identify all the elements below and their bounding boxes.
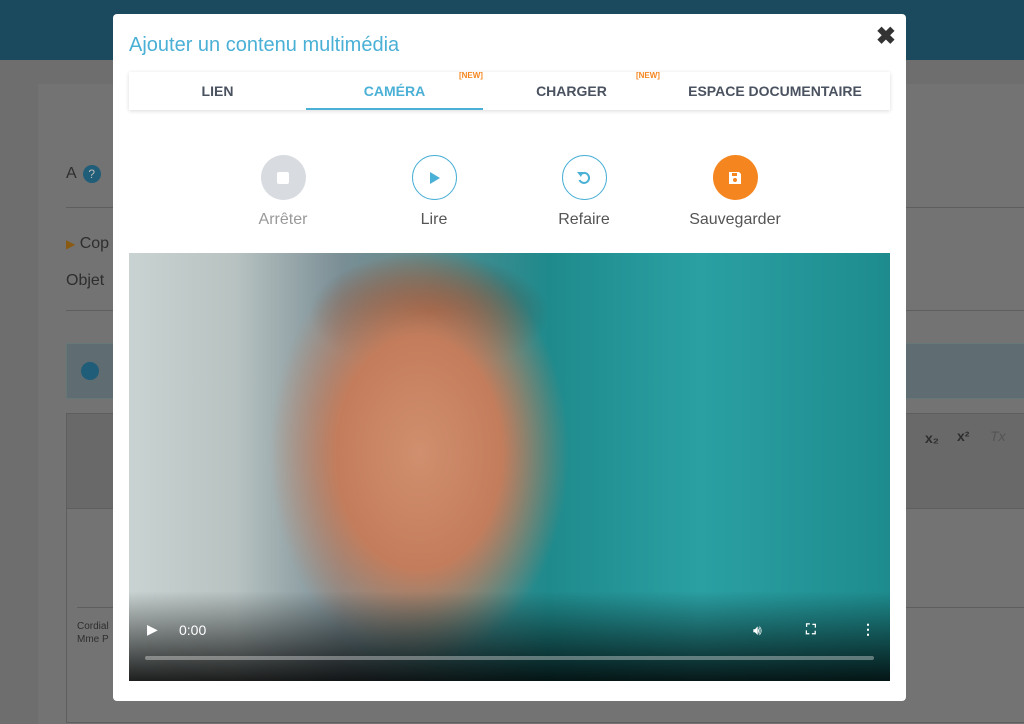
camera-video[interactable]: ▶ 0:00 🔊︎ ⛶ ⋮ xyxy=(129,253,890,681)
play-icon xyxy=(411,155,457,200)
tab-label: CAMÉRA xyxy=(363,83,426,99)
redo-icon xyxy=(561,155,607,200)
copy-label: Cop xyxy=(79,235,110,252)
help-icon[interactable]: ? xyxy=(82,165,101,183)
copy-toggle[interactable]: ▶ Cop xyxy=(66,235,109,253)
fullscreen-icon[interactable]: ⛶ xyxy=(806,621,816,638)
check-circle-icon xyxy=(81,362,99,380)
signature-line: Mme P xyxy=(77,634,109,645)
more-options-icon[interactable]: ⋮ xyxy=(861,621,875,638)
superscript-button[interactable]: x² xyxy=(957,428,969,444)
redo-label: Refaire xyxy=(558,211,610,228)
tab-label: LIEN xyxy=(201,83,234,99)
new-badge: [NEW] xyxy=(458,71,483,80)
video-time: 0:00 xyxy=(179,622,207,638)
tab-charger[interactable]: CHARGER [NEW] xyxy=(483,71,660,110)
video-play-icon[interactable]: ▶ xyxy=(147,621,158,638)
tab-espace-documentaire[interactable]: ESPACE DOCUMENTAIRE xyxy=(660,72,890,110)
volume-icon[interactable]: 🔊︎ xyxy=(753,622,762,639)
subscript-button[interactable]: x₂ xyxy=(925,430,939,446)
tab-label: CHARGER xyxy=(536,83,607,99)
close-icon[interactable]: ✖ xyxy=(876,22,896,51)
new-badge: [NEW] xyxy=(635,71,660,80)
to-field: A? xyxy=(66,165,101,183)
multimedia-dialog: Ajouter un contenu multimédia ✖ LIEN CAM… xyxy=(113,14,906,701)
stop-button[interactable]: Arrêter xyxy=(223,155,343,229)
subject-label: Objet xyxy=(66,272,105,289)
tab-lien[interactable]: LIEN xyxy=(129,72,306,110)
dialog-title: Ajouter un contenu multimédia xyxy=(129,34,400,56)
clear-format-button[interactable]: Tx xyxy=(990,428,1006,444)
stop-label: Arrêter xyxy=(258,211,308,228)
tab-camera[interactable]: CAMÉRA [NEW] xyxy=(305,71,483,110)
save-button[interactable]: Sauvegarder xyxy=(675,155,795,229)
save-icon xyxy=(712,155,758,200)
signature-line: Cordial xyxy=(77,621,109,632)
play-label: Lire xyxy=(420,211,448,228)
tab-label: ESPACE DOCUMENTAIRE xyxy=(688,83,862,99)
stop-icon xyxy=(260,155,306,200)
to-label: A xyxy=(66,165,77,182)
redo-button[interactable]: Refaire xyxy=(524,155,644,229)
save-label: Sauvegarder xyxy=(689,211,781,228)
video-controls xyxy=(129,591,890,681)
tab-bar: LIEN CAMÉRA [NEW] CHARGER [NEW] ESPACE DOC… xyxy=(129,71,890,110)
play-button[interactable]: Lire xyxy=(374,155,494,229)
video-progress-bar[interactable] xyxy=(145,656,874,660)
